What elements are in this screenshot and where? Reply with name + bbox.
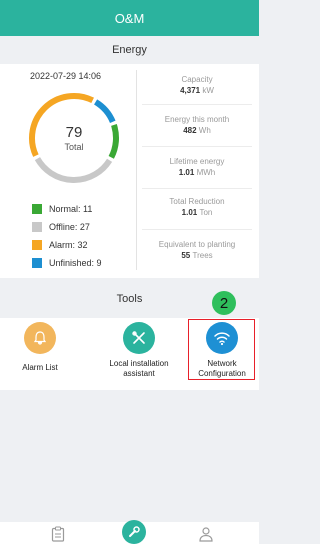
- metric-energy-month-value: 482 Wh: [183, 126, 211, 135]
- metric-separator: [142, 188, 252, 189]
- energy-datetime: 2022-07-29 14:06: [30, 71, 102, 81]
- legend-normal-swatch: [32, 204, 42, 214]
- metric-capacity: Capacity 4,371 kW: [140, 74, 254, 97]
- tool-local-installation-label: Local installation assistant: [109, 359, 169, 378]
- legend-normal-label: Normal: 11: [49, 204, 93, 214]
- wrench-icon[interactable]: [122, 520, 146, 544]
- metric-separator: [142, 104, 252, 105]
- legend-unfinished-swatch: [32, 258, 42, 268]
- donut-total-count: 79: [65, 124, 83, 141]
- energy-section-title: Energy: [112, 44, 147, 56]
- metric-energy-month: Energy this month 482 Wh: [140, 114, 254, 137]
- donut-segment-unfinished: [93, 99, 116, 124]
- metric-total-reduction: Total Reduction 1.01 Ton: [140, 196, 254, 219]
- metric-separator: [142, 229, 252, 230]
- legend-unfinished: Unfinished: 9: [32, 257, 102, 269]
- highlight-box: [188, 319, 255, 380]
- donut-segment-offline: [34, 157, 113, 183]
- tool-alarm-list[interactable]: Alarm List: [10, 322, 70, 373]
- metric-total-reduction-value: 1.01 Ton: [181, 208, 213, 217]
- tool-local-installation-assistant[interactable]: Local installation assistant: [100, 322, 178, 379]
- metric-lifetime-energy-value: 1.01 MWh: [178, 168, 216, 177]
- tool-alarm-list-label: Alarm List: [22, 363, 58, 372]
- metric-total-reduction-label: Total Reduction: [169, 197, 225, 206]
- metric-lifetime-energy-label: Lifetime energy: [169, 157, 225, 166]
- metric-capacity-label: Capacity: [181, 75, 213, 84]
- metric-planting-label: Equivalent to planting: [158, 240, 236, 249]
- wrench-screwdriver-icon: [123, 322, 155, 354]
- metric-energy-month-label: Energy this month: [164, 115, 230, 124]
- legend-unfinished-label: Unfinished: 9: [49, 258, 102, 268]
- legend-offline-label: Offline: 27: [49, 222, 90, 232]
- step-badge: 2: [212, 291, 236, 315]
- bell-icon: [24, 322, 56, 354]
- legend-alarm-label: Alarm: 32: [49, 240, 88, 250]
- bottom-nav: [0, 520, 259, 544]
- legend-alarm-swatch: [32, 240, 42, 250]
- donut-total-label: Total: [64, 142, 84, 152]
- metric-separator: [142, 146, 252, 147]
- metric-lifetime-energy: Lifetime energy 1.01 MWh: [140, 156, 254, 179]
- energy-divider: [136, 70, 137, 270]
- energy-panel: 2022-07-29 14:06 79 Total Normal: 11 Off…: [0, 64, 259, 278]
- metric-planting: Equivalent to planting 55 Trees: [140, 239, 254, 262]
- legend-offline: Offline: 27: [32, 221, 90, 233]
- header-title: O&M: [114, 10, 145, 26]
- user-icon[interactable]: [196, 524, 216, 544]
- legend-offline-swatch: [32, 222, 42, 232]
- legend-normal: Normal: 11: [32, 203, 92, 215]
- app-header: O&M: [0, 0, 259, 36]
- legend-alarm: Alarm: 32: [32, 239, 88, 251]
- metric-capacity-value: 4,371 kW: [180, 86, 214, 95]
- clipboard-icon[interactable]: [48, 524, 68, 544]
- metric-planting-value: 55 Trees: [181, 251, 213, 260]
